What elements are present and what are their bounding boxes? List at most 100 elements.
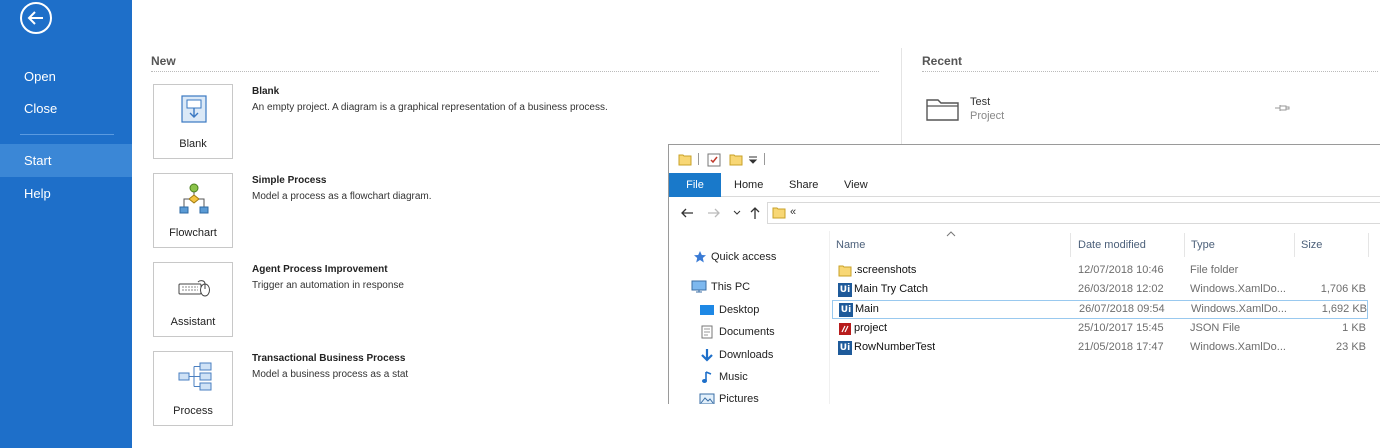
- column-divider[interactable]: [1368, 233, 1369, 257]
- new-folder-icon[interactable]: [729, 153, 743, 167]
- ribbon-tabs: File Home Share View: [669, 173, 1380, 197]
- template-tile-label: Assistant: [170, 316, 216, 328]
- file-date: 25/10/2017 15:45: [1078, 322, 1164, 334]
- music-note-icon: [702, 371, 712, 383]
- template-title: Agent Process Improvement: [252, 264, 388, 275]
- computer-icon: [691, 280, 707, 293]
- new-section-title: New: [151, 54, 176, 68]
- pictures-icon: [699, 393, 715, 404]
- template-title: Blank: [252, 86, 280, 97]
- folder-icon: [926, 99, 959, 121]
- file-row[interactable]: Ui RowNumberTest 21/05/2018 17:47 Window…: [832, 339, 1368, 358]
- nav-quick-access[interactable]: Quick access: [693, 247, 823, 267]
- address-bar[interactable]: «: [767, 202, 1380, 224]
- pin-icon[interactable]: [1274, 102, 1290, 114]
- column-divider[interactable]: [1070, 233, 1071, 257]
- sidebar-divider: [20, 134, 114, 135]
- nav-downloads[interactable]: Downloads: [699, 345, 829, 365]
- column-header-size[interactable]: Size: [1301, 235, 1361, 255]
- template-tile-label: Flowchart: [169, 227, 217, 239]
- file-date: 12/07/2018 10:46: [1078, 264, 1164, 276]
- column-header-name[interactable]: Name: [836, 235, 1066, 255]
- template-description: Model a business process as a stat: [252, 369, 409, 380]
- file-row[interactable]: .screenshots 12/07/2018 10:46 File folde…: [832, 262, 1368, 281]
- file-name: .screenshots: [854, 264, 917, 276]
- file-name: Main: [855, 303, 879, 315]
- navigation-bar: «: [669, 198, 1380, 228]
- column-divider[interactable]: [1184, 233, 1185, 257]
- desktop-icon: [700, 305, 714, 315]
- recent-project-item[interactable]: Test Project: [922, 94, 1302, 130]
- template-title: Transactional Business Process: [252, 353, 406, 364]
- file-name: RowNumberTest: [854, 341, 936, 353]
- recent-locations-icon[interactable]: [733, 209, 741, 217]
- column-divider[interactable]: [1294, 233, 1295, 257]
- template-tile-process[interactable]: Process: [153, 351, 233, 426]
- tab-share[interactable]: Share: [789, 173, 818, 197]
- uipath-file-icon: Ui: [839, 303, 853, 317]
- documents-icon: [701, 325, 713, 339]
- file-type: Windows.XamlDo...: [1190, 341, 1286, 353]
- address-path[interactable]: «: [790, 206, 796, 218]
- folder-icon: [838, 265, 852, 277]
- recent-section-divider: [922, 71, 1378, 72]
- file-row[interactable]: Ui Main Try Catch 26/03/2018 12:02 Windo…: [832, 281, 1368, 300]
- nav-desktop[interactable]: Desktop: [699, 300, 829, 320]
- file-type: Windows.XamlDo...: [1190, 283, 1286, 295]
- back-arrow-icon[interactable]: [680, 206, 694, 220]
- sidebar-item-close[interactable]: Close: [0, 92, 132, 125]
- uipath-file-icon: Ui: [838, 341, 852, 355]
- forward-arrow-icon[interactable]: [707, 206, 721, 220]
- template-tile-label: Process: [173, 405, 213, 417]
- file-explorer-window: File Home Share View « Quick access This…: [668, 144, 1380, 404]
- tab-file[interactable]: File: [669, 173, 721, 197]
- properties-icon[interactable]: [707, 153, 721, 167]
- backstage-sidebar: Open Close Start Help: [0, 0, 132, 448]
- json-file-icon: [839, 323, 851, 335]
- tab-home[interactable]: Home: [734, 173, 763, 197]
- file-name: project: [854, 322, 888, 334]
- star-icon: [694, 251, 706, 263]
- template-tile-label: Blank: [179, 138, 207, 150]
- template-tile-assistant[interactable]: Assistant: [153, 262, 233, 337]
- sidebar-item-start[interactable]: Start: [0, 144, 132, 177]
- template-tile-blank[interactable]: Blank: [153, 84, 233, 159]
- tab-view[interactable]: View: [844, 173, 868, 197]
- file-name: Main Try Catch: [854, 283, 928, 295]
- column-header-type[interactable]: Type: [1191, 235, 1291, 255]
- uipath-file-icon: Ui: [838, 283, 852, 297]
- blank-diagram-icon: [181, 95, 207, 123]
- sidebar-item-open[interactable]: Open: [0, 60, 132, 93]
- file-size: 23 KB: [1336, 341, 1366, 353]
- file-row[interactable]: project 25/10/2017 15:45 JSON File 1 KB: [832, 320, 1368, 339]
- template-description: An empty project. A diagram is a graphic…: [252, 102, 608, 113]
- nav-pictures[interactable]: Pictures: [699, 389, 829, 404]
- folder-icon: [678, 154, 692, 166]
- back-arrow-icon: [27, 11, 43, 25]
- quick-access-toolbar: [669, 145, 1380, 173]
- new-section-divider: [151, 71, 879, 72]
- file-size: 1,706 KB: [1320, 283, 1366, 295]
- toolbar-divider: [698, 153, 699, 165]
- column-header-date[interactable]: Date modified: [1078, 235, 1178, 255]
- customize-toolbar-icon[interactable]: [748, 155, 758, 165]
- back-button[interactable]: [20, 2, 52, 34]
- nav-documents[interactable]: Documents: [699, 322, 829, 342]
- template-title: Simple Process: [252, 175, 327, 186]
- file-date: 26/07/2018 09:54: [1079, 303, 1165, 315]
- nav-music[interactable]: Music: [699, 367, 829, 387]
- up-arrow-icon[interactable]: [748, 206, 762, 220]
- file-type: File folder: [1190, 264, 1239, 276]
- file-size: 1,692 KB: [1321, 303, 1367, 315]
- template-tile-flowchart[interactable]: Flowchart: [153, 173, 233, 248]
- recent-section-title: Recent: [922, 54, 963, 68]
- file-type: Windows.XamlDo...: [1191, 303, 1287, 315]
- file-date: 26/03/2018 12:02: [1078, 283, 1164, 295]
- file-list-pane: Name Date modified Type Size .screenshot…: [829, 231, 1380, 404]
- toolbar-divider: [764, 153, 765, 165]
- nav-this-pc[interactable]: This PC: [691, 277, 821, 297]
- recent-project-type: Project: [970, 110, 1005, 122]
- file-row-selected[interactable]: Ui Main 26/07/2018 09:54 Windows.XamlDo.…: [832, 300, 1368, 319]
- flowchart-icon: [179, 183, 209, 214]
- sidebar-item-help[interactable]: Help: [0, 177, 132, 210]
